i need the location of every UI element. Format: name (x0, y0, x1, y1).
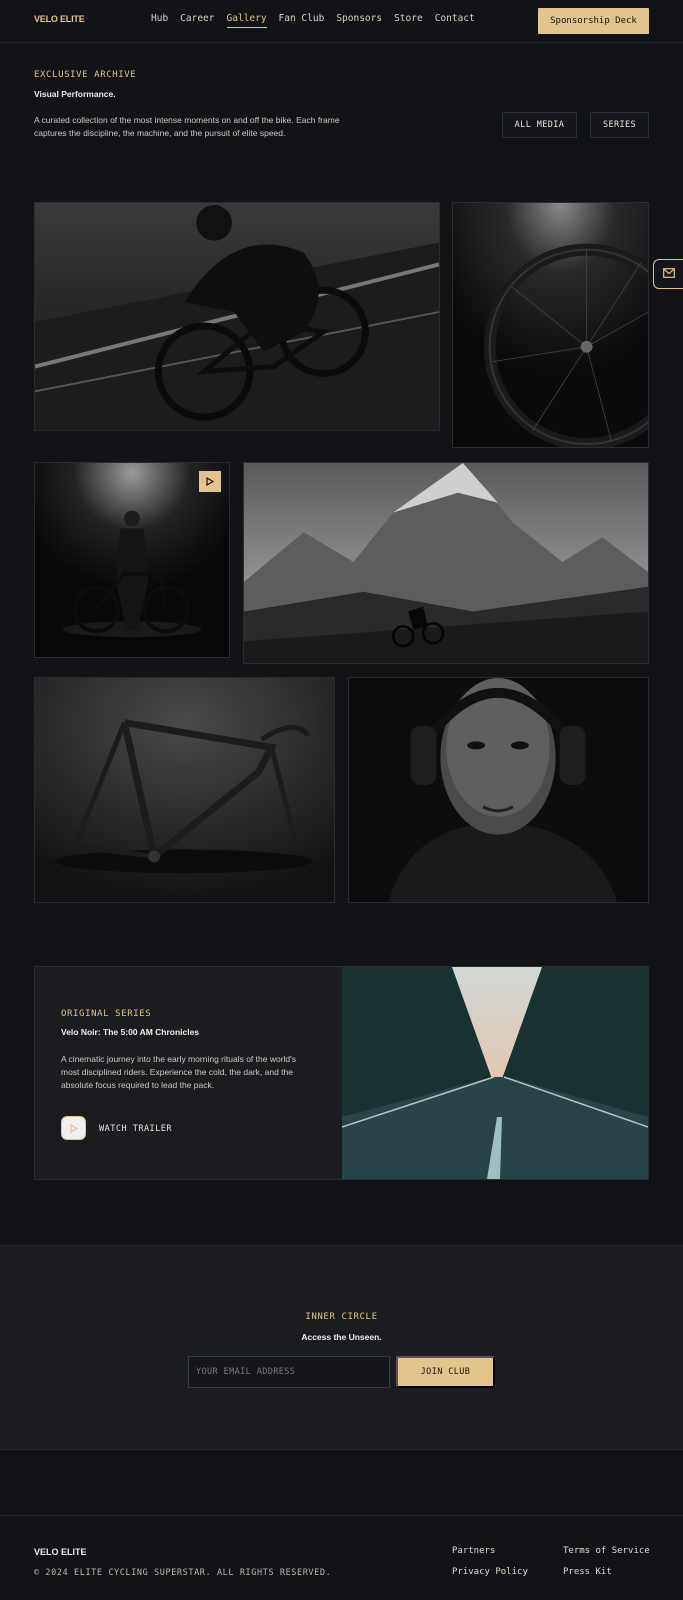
series-title: Velo Noir: The 5:00 AM Chronicles (61, 1027, 200, 1037)
mail-icon (663, 265, 675, 283)
filter-all-media-button[interactable]: ALL MEDIA (502, 112, 577, 138)
mountain-ride-photo[interactable] (243, 462, 649, 664)
footer-link-privacy[interactable]: Privacy Policy (452, 1567, 528, 1577)
series-eyebrow: ORIGINAL SERIES (61, 1009, 152, 1019)
hero-description: A curated collection of the most intense… (34, 115, 340, 138)
inner-circle-section: INNER CIRCLE Access the Unseen. JOIN CLU… (0, 1245, 683, 1450)
series-info: ORIGINAL SERIES Velo Noir: The 5:00 AM C… (35, 967, 342, 1179)
nav-item-contact[interactable]: Contact (435, 13, 475, 28)
bike-frame-photo[interactable] (34, 677, 335, 903)
footer-copyright: © 2024 ELITE CYCLING SUPERSTAR. ALL RIGH… (34, 1568, 332, 1578)
club-title: Access the Unseen. (301, 1332, 382, 1342)
play-icon (69, 1123, 78, 1133)
nav-item-career[interactable]: Career (180, 13, 214, 28)
brand-logo[interactable]: VELO ELITE (34, 14, 85, 24)
filter-series-button[interactable]: SERIES (590, 112, 649, 138)
play-icon[interactable] (199, 471, 221, 492)
nav-item-sponsors[interactable]: Sponsors (336, 13, 382, 28)
athlete-headphones-photo[interactable] (348, 677, 649, 903)
wheel-closeup-photo[interactable] (452, 202, 649, 448)
forest-road-photo (342, 967, 648, 1179)
series-description: A cinematic journey into the early morni… (61, 1054, 297, 1090)
footer-link-partners[interactable]: Partners (452, 1546, 495, 1556)
email-field[interactable] (188, 1356, 390, 1388)
footer-link-terms[interactable]: Terms of Service (563, 1546, 650, 1556)
nav-item-fan-club[interactable]: Fan Club (279, 13, 325, 28)
sponsorship-deck-button[interactable]: Sponsorship Deck (538, 8, 649, 34)
nav-item-gallery[interactable]: Gallery (226, 13, 267, 28)
page-title: Visual Performance. (34, 89, 116, 99)
nav-item-store[interactable]: Store (394, 13, 423, 28)
hero-eyebrow: EXCLUSIVE ARCHIVE (34, 70, 137, 80)
footer-brand: VELO ELITE (34, 1547, 87, 1557)
nav-item-hub[interactable]: Hub (151, 13, 168, 28)
footer-link-press-kit[interactable]: Press Kit (563, 1567, 612, 1577)
top-nav: VELO ELITE Hub Career Gallery Fan Club S… (0, 0, 683, 43)
club-eyebrow: INNER CIRCLE (305, 1312, 378, 1322)
cyclist-racing-photo[interactable] (34, 202, 440, 431)
original-series-card: ORIGINAL SERIES Velo Noir: The 5:00 AM C… (34, 966, 649, 1180)
newsletter-tab[interactable] (653, 259, 683, 289)
main-menu: Hub Career Gallery Fan Club Sponsors Sto… (151, 13, 475, 28)
join-club-button[interactable]: JOIN CLUB (396, 1356, 495, 1388)
footer: VELO ELITE © 2024 ELITE CYCLING SUPERSTA… (0, 1515, 683, 1600)
watch-trailer-button[interactable] (61, 1116, 86, 1140)
watch-trailer-label[interactable]: WATCH TRAILER (99, 1124, 172, 1134)
